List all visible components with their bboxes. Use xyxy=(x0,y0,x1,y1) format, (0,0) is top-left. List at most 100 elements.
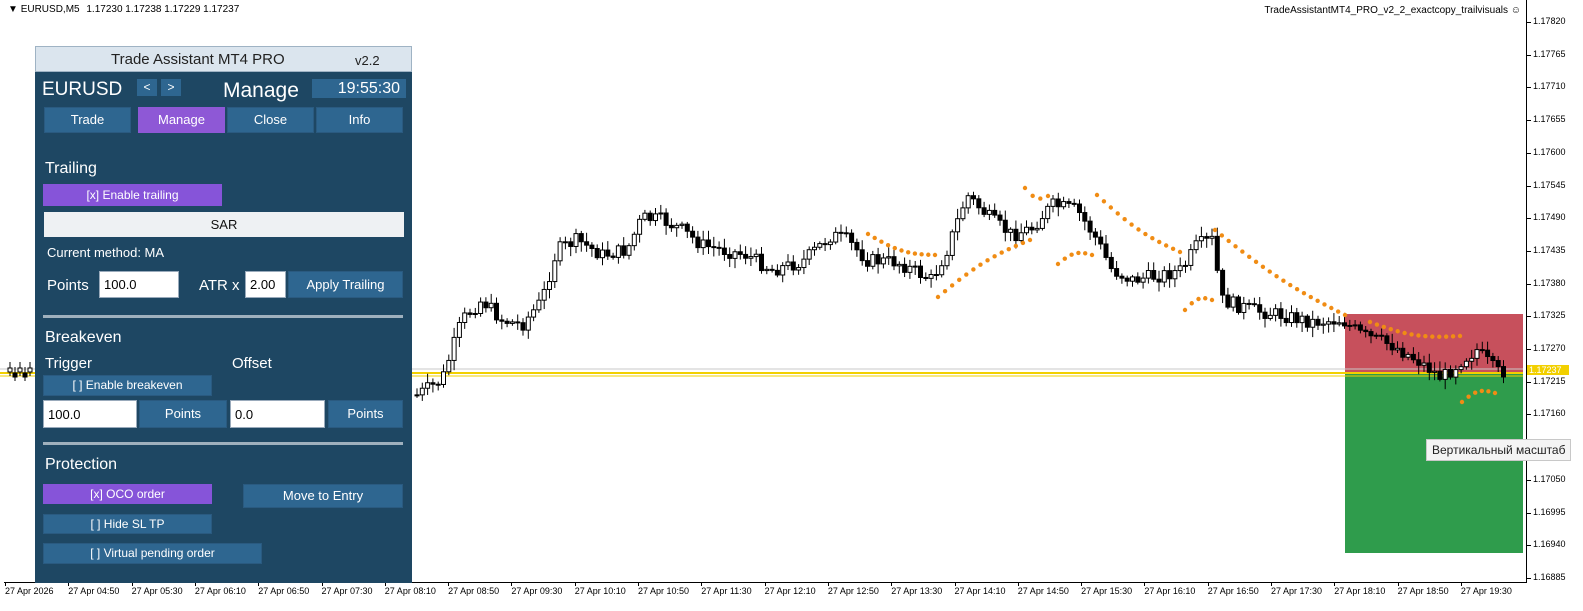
candle-body xyxy=(1055,198,1061,208)
sar-dot xyxy=(1177,249,1183,255)
candle-body xyxy=(1103,243,1109,258)
candle-body xyxy=(912,265,918,268)
price-tick: 1.17710 xyxy=(1527,81,1566,92)
offset-units-button[interactable]: Points xyxy=(328,400,403,428)
candle-body xyxy=(716,246,722,249)
candle-body xyxy=(1315,318,1321,326)
candle-body xyxy=(679,223,685,226)
candle-body xyxy=(1002,219,1008,233)
candle-body xyxy=(509,321,515,324)
candle-body xyxy=(494,302,499,321)
sar-dot xyxy=(1335,309,1341,314)
price-tick: 1.17050 xyxy=(1527,473,1566,484)
move-to-entry-button[interactable]: Move to Entry xyxy=(243,484,403,508)
sar-dot xyxy=(1209,297,1215,303)
candle-body xyxy=(626,245,632,256)
candle-body xyxy=(944,254,950,267)
candle-body xyxy=(700,239,706,249)
atr-multiplier-input[interactable] xyxy=(245,271,286,298)
candle-body xyxy=(949,231,955,256)
candle-body xyxy=(1384,335,1390,344)
trailing-points-input[interactable] xyxy=(99,271,179,298)
candle-body xyxy=(780,265,786,276)
enable-breakeven-checkbox[interactable]: [ ] Enable breakeven xyxy=(43,375,212,396)
candle-body xyxy=(1395,347,1400,351)
candle-body xyxy=(721,247,727,256)
candle-body xyxy=(1183,264,1188,267)
candle-body xyxy=(22,372,28,378)
candle-body xyxy=(1225,294,1231,308)
time-tick: 27 Apr 14:10 xyxy=(954,582,1006,596)
sar-dot xyxy=(999,250,1004,255)
sar-dot xyxy=(1260,264,1266,270)
next-symbol-button[interactable]: > xyxy=(161,79,181,96)
sar-dot xyxy=(1219,233,1225,238)
price-tick: 1.17160 xyxy=(1527,408,1566,419)
sar-dot xyxy=(1136,227,1141,232)
sar-dot xyxy=(1170,246,1176,252)
breakeven-trigger-input[interactable] xyxy=(43,400,137,428)
hide-sl-tp-checkbox[interactable]: [ ] Hide SL TP xyxy=(43,514,212,534)
time-tick: 27 Apr 12:50 xyxy=(827,582,879,596)
candle-body xyxy=(1236,296,1241,313)
trigger-units-button[interactable]: Points xyxy=(139,400,227,428)
candle-body xyxy=(933,274,939,277)
chart-ohlc: 1.17230 1.17238 1.17229 1.17237 xyxy=(86,4,240,15)
candle-body xyxy=(1342,322,1347,327)
panel-version: v2.2 xyxy=(355,53,380,68)
candle-body xyxy=(499,319,505,322)
panel-titlebar[interactable]: Trade Assistant MT4 PRO v2.2 xyxy=(35,46,412,72)
sar-dot xyxy=(1115,211,1120,216)
candle-body xyxy=(801,258,807,269)
sar-dot xyxy=(1329,305,1334,311)
sar-dot xyxy=(1182,307,1188,313)
virtual-pending-order-checkbox[interactable]: [ ] Virtual pending order xyxy=(43,543,262,564)
time-tick: 27 Apr 19:30 xyxy=(1460,582,1512,596)
candle-body xyxy=(594,248,600,259)
current-price-label: 1.17237 xyxy=(1527,365,1569,375)
trigger-label: Trigger xyxy=(45,355,92,372)
candle-body xyxy=(1453,369,1459,378)
price-tick: 1.17325 xyxy=(1527,310,1566,321)
apply-trailing-button[interactable]: Apply Trailing xyxy=(288,271,403,298)
price-tick: 1.17545 xyxy=(1527,179,1566,190)
sar-dot xyxy=(899,248,904,253)
prev-symbol-button[interactable]: < xyxy=(137,79,157,96)
candle-body xyxy=(17,367,23,373)
panel-title: Trade Assistant MT4 PRO xyxy=(111,51,285,68)
candle-body xyxy=(568,241,574,247)
price-axis[interactable]: 1.17820 1.17765 1.17710 1.17655 1.17600 1.175… xyxy=(1527,0,1583,583)
sar-dot xyxy=(949,283,955,288)
trade-assistant-panel: Trade Assistant MT4 PRO v2.2 EURUSD < > … xyxy=(35,46,412,583)
tab-info[interactable]: Info xyxy=(316,107,403,133)
trailing-method-button[interactable]: SAR xyxy=(44,212,404,237)
time-tick: 27 Apr 04:50 xyxy=(68,582,120,596)
candle-body xyxy=(986,209,992,215)
time-tick: 27 Apr 11:30 xyxy=(701,582,752,596)
tab-close[interactable]: Close xyxy=(227,107,314,133)
oco-order-checkbox[interactable]: [x] OCO order xyxy=(43,484,212,504)
candle-body xyxy=(854,241,860,251)
candle-body xyxy=(690,230,696,238)
candle-body xyxy=(918,265,923,278)
sar-dot xyxy=(971,267,976,272)
candle-body xyxy=(658,212,664,215)
sar-dot xyxy=(942,288,948,294)
candle-body xyxy=(1082,212,1088,222)
sar-dot xyxy=(1473,390,1478,395)
sar-dot xyxy=(906,250,911,255)
candle-body xyxy=(1193,240,1199,251)
candle-body xyxy=(610,255,616,258)
sar-dot xyxy=(1492,390,1498,396)
time-tick: 27 Apr 15:30 xyxy=(1081,582,1133,596)
dropdown-triangle-icon[interactable]: ▼ xyxy=(8,4,18,15)
tab-trade[interactable]: Trade xyxy=(44,107,131,133)
candle-body xyxy=(1241,302,1247,313)
breakeven-offset-input[interactable] xyxy=(230,400,325,428)
sar-dot xyxy=(985,258,990,263)
tab-manage[interactable]: Manage xyxy=(138,107,225,133)
sar-dot xyxy=(1274,274,1279,279)
candle-body xyxy=(1299,315,1305,324)
enable-trailing-checkbox[interactable]: [x] Enable trailing xyxy=(43,184,222,206)
sar-dot xyxy=(1076,250,1081,256)
